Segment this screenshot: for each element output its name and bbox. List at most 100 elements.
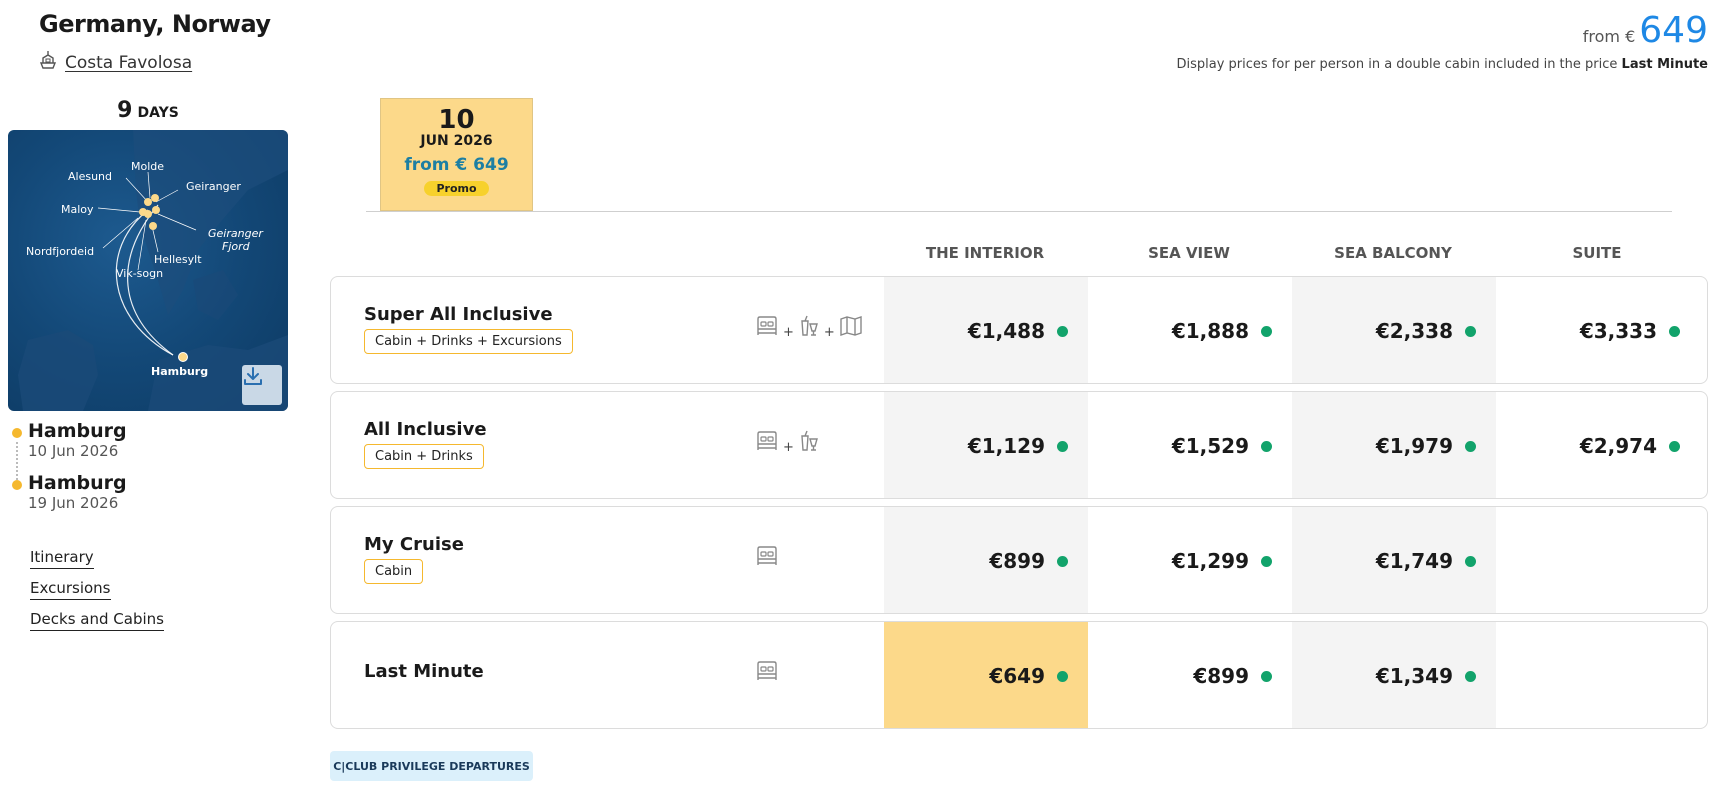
plus-sign: + bbox=[823, 324, 835, 340]
fare-icons: + bbox=[755, 430, 820, 456]
fare-name: Last Minute bbox=[364, 661, 484, 682]
price-cell-interior[interactable]: €1,488 bbox=[884, 277, 1088, 383]
from-price-value: 649 bbox=[1639, 10, 1708, 51]
col-head-interior: THE INTERIOR bbox=[925, 244, 1045, 262]
col-head-suite: SUITE bbox=[1572, 244, 1622, 262]
departure-date-tab[interactable]: 10 JUN 2026 from € 649 Promo bbox=[380, 98, 533, 211]
fare-icons: + + bbox=[755, 315, 863, 341]
route-connector bbox=[16, 442, 18, 480]
from-label: from € bbox=[1582, 27, 1636, 46]
ship-name: Costa Favolosa bbox=[65, 52, 193, 73]
price-value: €1,529 bbox=[1171, 434, 1249, 458]
disclaimer-fare: Last Minute bbox=[1621, 57, 1708, 72]
map-label-molde: Molde bbox=[131, 160, 164, 173]
price-cell-suite-empty bbox=[1496, 507, 1700, 613]
fare-row-my-cruise: My Cruise Cabin €899 €1,299 €1,749 bbox=[330, 506, 1708, 614]
price-value: €1,749 bbox=[1375, 549, 1453, 573]
map-icon bbox=[839, 315, 863, 341]
fare-name: Super All Inclusive bbox=[364, 304, 553, 325]
fare-icons bbox=[755, 660, 779, 686]
fare-tag: Cabin + Drinks bbox=[364, 444, 484, 469]
availability-dot bbox=[1465, 325, 1476, 337]
availability-dot bbox=[1057, 670, 1068, 682]
arrival-city: Hamburg bbox=[28, 472, 127, 494]
plus-sign: + bbox=[783, 439, 794, 455]
plus-sign: + bbox=[783, 324, 794, 340]
price-value: €1,129 bbox=[967, 434, 1045, 458]
price-cell-suite-empty bbox=[1496, 622, 1700, 728]
price-cell-sea-balcony[interactable]: €1,349 bbox=[1292, 622, 1496, 728]
fare-tag: Cabin bbox=[364, 559, 424, 584]
availability-dot bbox=[1465, 555, 1476, 567]
price-value: €2,974 bbox=[1579, 434, 1657, 458]
price-cell-sea-view[interactable]: €1,299 bbox=[1088, 507, 1292, 613]
drinks-icon bbox=[798, 430, 820, 456]
fare-icons bbox=[755, 545, 779, 571]
disclaimer-text: Display prices for per person in a doubl… bbox=[1176, 57, 1618, 72]
map-label-hellesylt: Hellesylt bbox=[154, 253, 202, 266]
availability-dot bbox=[1669, 325, 1680, 337]
map-label-geiranger: Geiranger bbox=[186, 180, 241, 193]
arrival-port: Hamburg 19 Jun 2026 bbox=[28, 472, 127, 512]
arrival-dot bbox=[12, 480, 22, 490]
availability-dot bbox=[1669, 440, 1680, 452]
availability-dot bbox=[1261, 325, 1272, 337]
fare-row-super-all-inclusive: Super All Inclusive Cabin + Drinks + Exc… bbox=[330, 276, 1708, 384]
price-value: €899 bbox=[1193, 664, 1249, 688]
fare-name: All Inclusive bbox=[364, 419, 487, 440]
promo-badge: Promo bbox=[424, 181, 489, 196]
departure-port: Hamburg 10 Jun 2026 bbox=[28, 420, 127, 460]
route-map[interactable]: Molde Alesund Geiranger Maloy Geiranger … bbox=[8, 130, 288, 411]
availability-dot bbox=[1261, 670, 1272, 682]
availability-dot bbox=[1261, 440, 1272, 452]
col-head-sea-view: SEA VIEW bbox=[1148, 244, 1230, 262]
ship-link[interactable]: Costa Favolosa bbox=[39, 50, 192, 75]
price-cell-sea-balcony[interactable]: €1,979 bbox=[1292, 392, 1496, 498]
arrival-date: 19 Jun 2026 bbox=[28, 494, 119, 512]
map-label-maloy: Maloy bbox=[61, 203, 94, 216]
bed-icon bbox=[755, 660, 779, 686]
availability-dot bbox=[1465, 670, 1476, 682]
price-value: €899 bbox=[989, 549, 1045, 573]
availability-dot bbox=[1057, 555, 1068, 567]
price-value: €649 bbox=[989, 664, 1045, 688]
price-cell-sea-balcony[interactable]: €2,338 bbox=[1292, 277, 1496, 383]
map-label-geiranger-fjord-2: Fjord bbox=[222, 240, 251, 253]
price-cell-suite[interactable]: €3,333 bbox=[1496, 277, 1700, 383]
map-label-nordfjordeid: Nordfjordeid bbox=[26, 245, 94, 258]
price-value: €1,299 bbox=[1171, 549, 1249, 573]
price-value: €1,349 bbox=[1375, 664, 1453, 688]
price-value: €3,333 bbox=[1579, 319, 1657, 343]
side-nav: Itinerary Excursions Decks and Cabins bbox=[30, 548, 164, 641]
page-title: Germany, Norway bbox=[39, 10, 271, 38]
price-cell-suite[interactable]: €2,974 bbox=[1496, 392, 1700, 498]
ship-icon bbox=[39, 50, 57, 75]
price-disclaimer: Display prices for per person in a doubl… bbox=[1176, 57, 1708, 72]
price-cell-interior[interactable]: €899 bbox=[884, 507, 1088, 613]
price-cell-sea-view[interactable]: €1,529 bbox=[1088, 392, 1292, 498]
departure-dot bbox=[12, 428, 22, 438]
link-itinerary[interactable]: Itinerary bbox=[30, 548, 94, 569]
fare-row-all-inclusive: All Inclusive Cabin + Drinks + €1,129 €1… bbox=[330, 391, 1708, 499]
link-decks-and-cabins[interactable]: Decks and Cabins bbox=[30, 610, 164, 631]
map-download-button[interactable] bbox=[242, 365, 282, 405]
map-label-alesund: Alesund bbox=[68, 170, 112, 183]
price-cell-interior[interactable]: €1,129 bbox=[884, 392, 1088, 498]
date-tab-price: from € 649 bbox=[404, 155, 509, 175]
club-privilege-button[interactable]: C|CLUB PRIVILEGE DEPARTURES bbox=[330, 751, 533, 781]
availability-dot bbox=[1057, 325, 1068, 337]
price-cell-sea-balcony[interactable]: €1,749 bbox=[1292, 507, 1496, 613]
link-excursions[interactable]: Excursions bbox=[30, 579, 111, 600]
price-cell-sea-view[interactable]: €1,888 bbox=[1088, 277, 1292, 383]
drinks-icon bbox=[798, 315, 820, 341]
fare-name: My Cruise bbox=[364, 534, 464, 555]
days-label: DAYS bbox=[137, 105, 179, 121]
tab-divider bbox=[366, 211, 1672, 212]
bed-icon bbox=[755, 430, 779, 456]
availability-dot bbox=[1057, 440, 1068, 452]
departure-date: 10 Jun 2026 bbox=[28, 442, 119, 460]
price-cell-sea-view[interactable]: €899 bbox=[1088, 622, 1292, 728]
price-cell-interior-selected[interactable]: €649 bbox=[884, 622, 1088, 728]
from-price: from €649 bbox=[1583, 10, 1708, 51]
map-label-vik-sogn: Vik-sogn bbox=[116, 267, 163, 280]
